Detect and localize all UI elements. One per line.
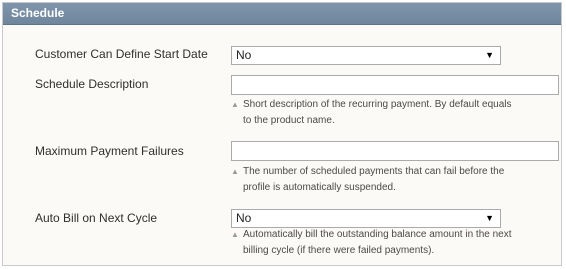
description-input[interactable]	[231, 75, 559, 95]
schedule-panel: Schedule Customer Can Define Start Date …	[2, 2, 562, 266]
description-note: ▲ Short description of the recurring paym…	[231, 99, 512, 126]
start-date-label: Customer Can Define Start Date	[35, 47, 208, 61]
description-label: Schedule Description	[35, 77, 149, 91]
auto-bill-value: No	[236, 211, 252, 225]
note-triangle-icon: ▲	[231, 230, 239, 239]
auto-bill-note: ▲ Automatically bill the outstanding bala…	[231, 229, 512, 256]
max-failures-note: ▲ The number of scheduled payments that c…	[231, 166, 505, 193]
note-triangle-icon: ▲	[231, 167, 239, 176]
start-date-select[interactable]: No ▼	[231, 46, 501, 65]
note-triangle-icon: ▲	[231, 100, 239, 109]
chevron-down-icon: ▼	[485, 50, 494, 60]
panel-title: Schedule	[11, 6, 65, 20]
max-failures-input[interactable]	[231, 141, 559, 161]
auto-bill-label: Auto Bill on Next Cycle	[35, 211, 158, 225]
panel-header: Schedule	[3, 3, 561, 25]
max-failures-label: Maximum Payment Failures	[35, 144, 184, 158]
start-date-value: No	[236, 48, 252, 62]
auto-bill-select[interactable]: No ▼	[231, 209, 501, 228]
chevron-down-icon: ▼	[485, 213, 494, 223]
